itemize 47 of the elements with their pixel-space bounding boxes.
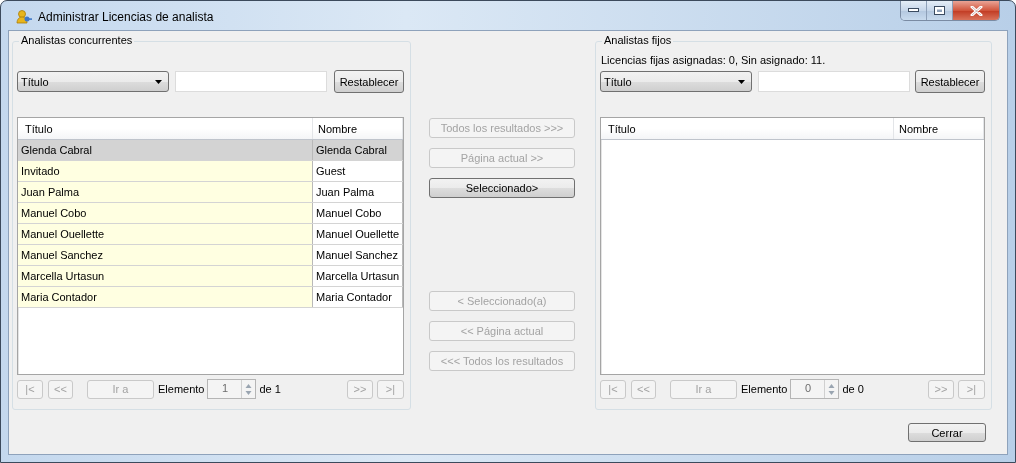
close-dialog-button[interactable]: Cerrar [908, 423, 986, 442]
group-title: Analistas concurrentes [19, 34, 135, 46]
table-cell: Invitado [18, 160, 313, 182]
minimize-button[interactable] [901, 1, 927, 20]
page-total: de 0 [842, 383, 864, 395]
table-row[interactable]: Manuel Sanchez Manuel Sanchez [18, 244, 403, 266]
table-row[interactable]: Juan Palma Juan Palma [18, 181, 403, 203]
close-button[interactable] [953, 1, 999, 20]
close-icon [969, 5, 983, 16]
table-cell: Manuel Cobo [18, 202, 313, 224]
field-dropdown[interactable]: Título [17, 71, 169, 92]
reset-button[interactable]: Restablecer [915, 70, 985, 93]
table-row[interactable]: Manuel Cobo Manuel Cobo [18, 202, 403, 224]
table-row[interactable]: Glenda Cabral Glenda Cabral [18, 139, 403, 161]
table-cell: Juan Palma [18, 181, 313, 203]
table-cell: Manuel Sanchez [18, 244, 313, 266]
item-label: Elemento [741, 383, 788, 395]
number-spinner[interactable]: 1 [207, 379, 257, 399]
item-label: Elemento [158, 383, 205, 395]
column-header[interactable]: Título [601, 118, 894, 140]
table-cell: Glenda Cabral [18, 139, 313, 161]
group-title: Analistas fijos [602, 34, 674, 46]
user-key-icon [16, 9, 32, 25]
table-cell: Manuel Ouellette [18, 223, 313, 245]
table-row[interactable]: Marcella Urtasun Marcella Urtasun [18, 265, 403, 287]
table-row[interactable]: Manuel Ouellette Manuel Ouellette [18, 223, 403, 245]
number-spinner[interactable]: 0 [790, 379, 840, 399]
reset-button[interactable]: Restablecer [334, 70, 404, 93]
caret-icon [155, 79, 162, 84]
column-header[interactable]: Nombre [893, 118, 984, 140]
minimize-icon [908, 8, 919, 13]
table-row[interactable]: Maria Contador Maria Contador [18, 286, 403, 308]
search-field[interactable] [758, 71, 910, 92]
search-field[interactable] [175, 71, 327, 92]
maximize-button[interactable] [927, 1, 953, 20]
move-right-button[interactable]: Seleccionado> [429, 178, 575, 198]
table-cell: Maria Contador [18, 286, 313, 308]
field-dropdown[interactable]: Título [600, 71, 752, 92]
table-cell: Marcella Urtasun [18, 265, 313, 287]
license-summary: Licencias fijas asignadas: 0, Sin asignado: 11. [601, 53, 827, 68]
window-title: Administrar Licencias de analista [38, 10, 214, 24]
maximize-icon [934, 6, 945, 15]
caret-icon [738, 79, 745, 84]
column-header[interactable]: Título [18, 118, 313, 140]
table-row[interactable]: Invitado Guest [18, 160, 403, 182]
page-total: de 1 [259, 383, 281, 395]
column-header[interactable]: Nombre [312, 118, 403, 140]
